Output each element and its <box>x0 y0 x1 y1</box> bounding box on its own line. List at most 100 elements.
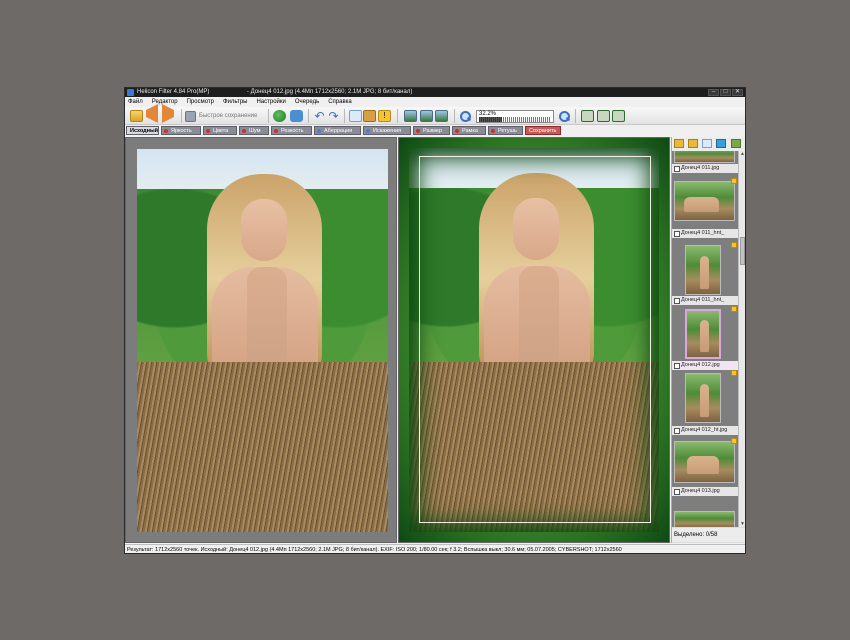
thumbnail-item[interactable] <box>672 511 738 527</box>
thumbnail-label: Донец4 011_hnt_ <box>672 296 738 305</box>
thumbnail-label: Донец4 012.jpg <box>672 361 738 370</box>
thumbnail-item[interactable]: Донец4 011_hnt_ <box>672 178 738 241</box>
process-icon[interactable] <box>273 110 286 122</box>
forward-arrow-icon[interactable] <box>162 104 175 123</box>
zoom-in-icon[interactable] <box>558 110 571 122</box>
menu-help[interactable]: Справка <box>328 97 352 107</box>
tab-original[interactable]: Исходный <box>126 126 159 135</box>
toolbar-separator <box>397 109 398 123</box>
folder-icon[interactable] <box>674 139 684 148</box>
tab-noise[interactable]: Шум <box>239 126 269 135</box>
thumbnail-toolbar <box>672 137 745 151</box>
sort-icon[interactable] <box>731 139 741 148</box>
toolbar-separator <box>454 109 455 123</box>
thumbnail-label: Донец4 012_ht.jpg <box>672 426 738 435</box>
open-folder-icon[interactable] <box>130 110 143 122</box>
scroll-thumb[interactable] <box>740 237 745 265</box>
save-disk-icon[interactable] <box>185 111 196 122</box>
batch-icon[interactable] <box>290 110 303 122</box>
tab-frame[interactable]: Рамка <box>452 126 486 135</box>
warning-icon <box>731 242 737 248</box>
title-bar: Helicon Filter 4.84 Pro(MP) - Донец4 012… <box>125 88 745 97</box>
find-icon[interactable] <box>349 110 362 122</box>
back-arrow-icon[interactable] <box>146 104 159 123</box>
warning-icon <box>731 438 737 444</box>
fullscreen-icon[interactable] <box>612 110 625 122</box>
menu-settings[interactable]: Настройки <box>256 97 285 107</box>
thumbnail-image <box>685 373 721 423</box>
thumbnail-panel: Донец4 011.jpg Донец4 011_hnt_ Донец4 01… <box>671 137 745 543</box>
thumbnail-image <box>674 441 735 483</box>
filter-tabs: Исходный Яркость Цвета Шум Резкость Абер… <box>125 125 745 136</box>
thumbnail-list[interactable]: Донец4 011.jpg Донец4 011_hnt_ Донец4 01… <box>672 151 738 527</box>
zoom-fill <box>479 117 502 122</box>
folder-open-icon[interactable] <box>688 139 698 148</box>
toolbar-separator <box>344 109 345 123</box>
original-photo <box>137 149 388 532</box>
document-title: - Донец4 012.jpg (4.4Mп 1712x2560; 2.1M … <box>247 89 413 95</box>
view-split-icon[interactable] <box>420 110 433 122</box>
search-icon[interactable] <box>702 139 712 148</box>
app-title: Helicon Filter 4.84 Pro(MP) <box>137 89 210 95</box>
result-preview-panel[interactable] <box>398 137 670 543</box>
tab-sharpness[interactable]: Резкость <box>271 126 312 135</box>
original-preview-panel[interactable] <box>125 137 397 543</box>
thumbnail-image <box>674 181 735 221</box>
toolbar: Быстрое сохранение ↶ ↷ ! 32.2% <box>125 104 745 125</box>
app-window: Helicon Filter 4.84 Pro(MP) - Донец4 012… <box>124 87 746 554</box>
toolbar-separator <box>181 109 182 123</box>
warning-icon[interactable]: ! <box>378 110 391 122</box>
warning-icon <box>731 370 737 376</box>
selection-count: Выделено: 0/58 <box>672 528 745 542</box>
view-compare-icon[interactable] <box>435 110 448 122</box>
comment-icon[interactable] <box>363 110 376 122</box>
thumbnail-item[interactable]: Донец4 012_ht.jpg <box>672 370 738 435</box>
redo-icon[interactable]: ↷ <box>327 110 340 122</box>
thumbnail-item-selected[interactable]: Донец4 012.jpg <box>672 306 738 371</box>
thumbnail-image <box>674 511 735 527</box>
thumbnail-image <box>685 309 721 359</box>
menu-queue[interactable]: Очередь <box>295 97 319 107</box>
tab-save[interactable]: Сохранить <box>525 126 561 135</box>
thumbnail-scrollbar[interactable]: ▲ ▼ <box>738 151 745 527</box>
undo-icon[interactable]: ↶ <box>313 110 326 122</box>
thumbnail-item[interactable]: Донец4 013.jpg <box>672 438 738 497</box>
thumbnail-label: Донец4 011.jpg <box>672 164 738 173</box>
warning-icon <box>731 306 737 312</box>
menu-file[interactable]: Файл <box>128 97 143 107</box>
thumbnail-image <box>685 245 721 295</box>
close-button[interactable]: ✕ <box>732 89 743 96</box>
toolbar-separator <box>308 109 309 123</box>
scroll-down-icon[interactable]: ▼ <box>739 521 745 527</box>
thumbnail-item[interactable]: Донец4 011_hnt_ <box>672 242 738 305</box>
tab-retouch[interactable]: Ретушь <box>488 126 523 135</box>
thumbnail-label: Донец4 013.jpg <box>672 487 738 496</box>
zoom-out-icon[interactable] <box>459 110 472 122</box>
tab-aberrations[interactable]: Аберрации <box>314 126 361 135</box>
scroll-up-icon[interactable]: ▲ <box>739 151 745 157</box>
thumbnail-image <box>674 151 735 163</box>
toolbar-separator <box>268 109 269 123</box>
tab-brightness[interactable]: Яркость <box>161 126 201 135</box>
tab-colors[interactable]: Цвета <box>203 126 237 135</box>
actual-size-icon[interactable] <box>597 110 610 122</box>
status-bar: Результат: 1712x2560 точек. Исходный: До… <box>125 544 745 553</box>
view-single-icon[interactable] <box>404 110 417 122</box>
fit-screen-icon[interactable] <box>581 110 594 122</box>
thumbnail-item[interactable]: Донец4 011.jpg <box>672 151 738 175</box>
menu-bar: Файл Редактор Просмотр Фильтры Настройки… <box>125 97 745 107</box>
app-icon <box>127 89 134 96</box>
zoom-slider[interactable]: 32.2% <box>476 110 554 123</box>
toolbar-separator <box>575 109 576 123</box>
frame-border-line <box>419 156 651 523</box>
maximize-button[interactable]: □ <box>720 89 731 96</box>
minimize-button[interactable]: – <box>708 89 719 96</box>
thumbnail-label: Донец4 011_hnt_ <box>672 229 738 238</box>
menu-filters[interactable]: Фильтры <box>223 97 247 107</box>
tab-distortions[interactable]: Искажения <box>363 126 411 135</box>
tab-size[interactable]: Размер <box>413 126 450 135</box>
quick-save-button[interactable]: Быстрое сохранение <box>199 111 257 121</box>
add-icon[interactable] <box>716 139 726 148</box>
menu-view[interactable]: Просмотр <box>187 97 214 107</box>
warning-icon <box>731 178 737 184</box>
